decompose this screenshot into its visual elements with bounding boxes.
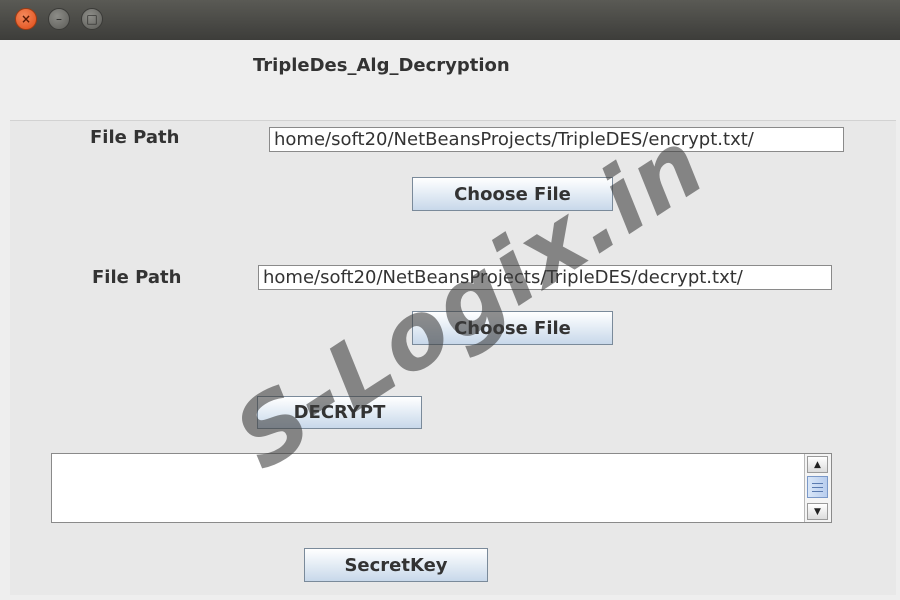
minimize-window-button[interactable]: – [48,8,70,30]
secret-key-button[interactable]: SecretKey [304,548,488,582]
encrypt-file-path-label: File Path [90,127,180,148]
decrypt-file-path-input[interactable] [258,265,832,290]
grip-line [812,491,823,492]
arrow-down-icon: ▼ [814,506,821,517]
scrollbar-thumb[interactable] [807,476,828,498]
window-titlebar: × – □ [0,0,900,40]
arrow-up-icon: ▲ [814,459,821,470]
grip-line [812,483,823,484]
grip-line [812,487,823,488]
page-title: TripleDes_Alg_Decryption [253,55,510,76]
encrypt-file-path-input[interactable] [269,127,844,152]
choose-encrypt-file-button[interactable]: Choose File [412,177,613,211]
decrypt-file-path-label: File Path [92,267,182,288]
close-window-button[interactable]: × [15,8,37,30]
minimize-icon: – [56,12,62,26]
scroll-down-button[interactable]: ▼ [807,503,828,520]
vertical-scrollbar[interactable]: ▲ ▼ [804,454,831,522]
maximize-icon: □ [86,12,98,26]
close-icon: × [20,12,32,26]
decrypt-button[interactable]: DECRYPT [257,396,422,429]
maximize-window-button[interactable]: □ [81,8,103,30]
output-text-area[interactable]: ▲ ▼ [51,453,832,523]
scroll-up-button[interactable]: ▲ [807,456,828,473]
choose-decrypt-file-button[interactable]: Choose File [412,311,613,345]
